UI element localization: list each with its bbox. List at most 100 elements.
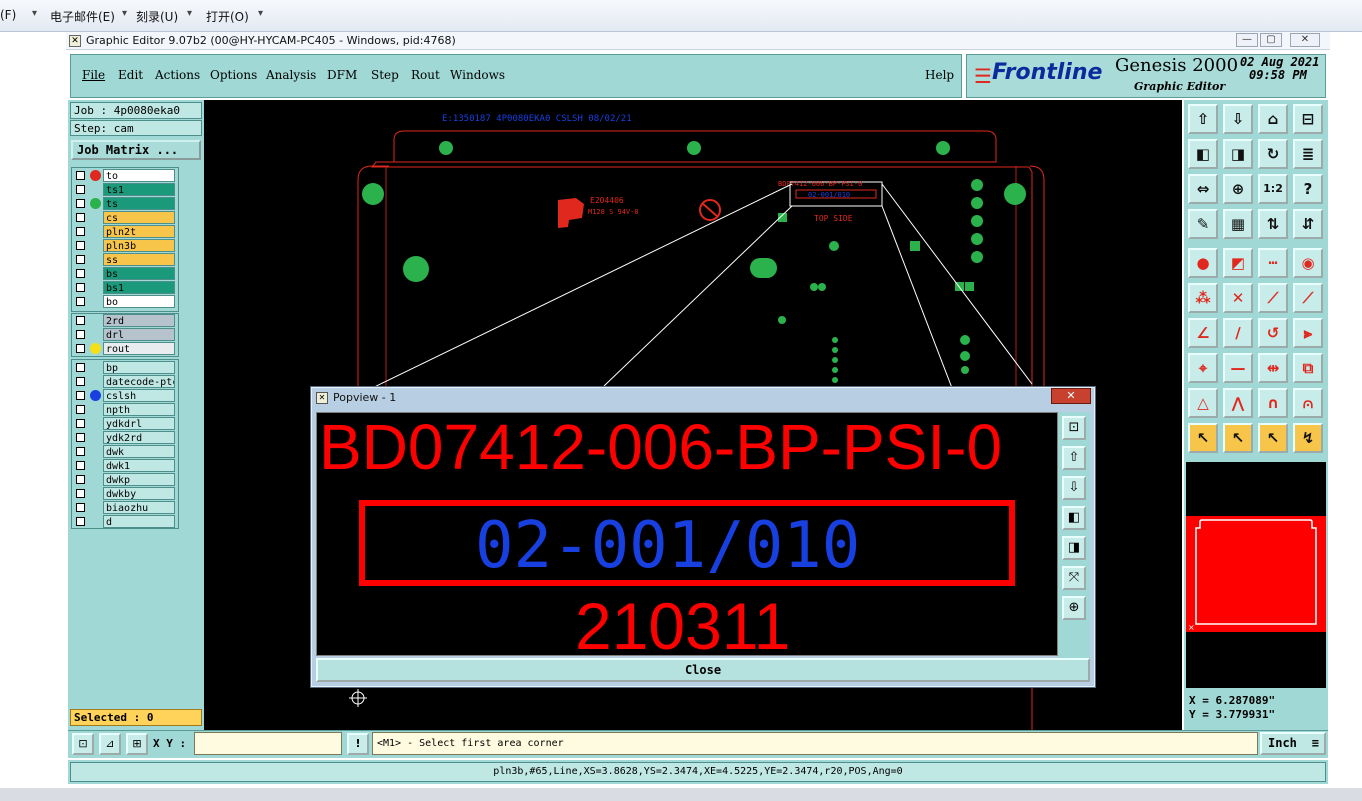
xy-input[interactable] (194, 732, 342, 755)
popview-zoom-out-button[interactable]: ⇩ (1062, 476, 1086, 500)
layer-checkbox[interactable] (76, 330, 85, 339)
layer-checkbox[interactable] (76, 517, 85, 526)
tool-zoom-fit-button[interactable]: ⇔ (1188, 174, 1218, 204)
layer-checkbox[interactable] (76, 377, 85, 386)
tool-angle-button[interactable]: ∠ (1188, 318, 1218, 348)
layer-row-bs1[interactable]: bs1 (73, 281, 177, 294)
layer-name[interactable]: d (103, 515, 175, 528)
layer-checkbox[interactable] (76, 475, 85, 484)
layer-checkbox[interactable] (76, 391, 85, 400)
tool-connect-button[interactable]: ⁂ (1188, 283, 1218, 313)
tool-pointer-box-button[interactable]: ↖ (1223, 423, 1253, 453)
tool-home-button[interactable]: ⌂ (1258, 104, 1288, 134)
layer-name[interactable]: bs1 (103, 281, 175, 294)
layer-row-pln2t[interactable]: pln2t (73, 225, 177, 238)
popview-expand-button[interactable]: ⤧ (1062, 566, 1086, 590)
tool-cross-button[interactable]: ✕ (1223, 283, 1253, 313)
layer-checkbox[interactable] (76, 283, 85, 292)
layer-row-ts[interactable]: ts (73, 197, 177, 210)
layer-name[interactable]: pln2t (103, 225, 175, 238)
tool-pointer-frame-button[interactable]: ↖ (1258, 423, 1288, 453)
layer-row-pln3b[interactable]: pln3b (73, 239, 177, 252)
layer-name[interactable]: cslsh (103, 389, 175, 402)
layer-name[interactable]: ts1 (103, 183, 175, 196)
menu-rout[interactable]: Rout (411, 68, 440, 82)
snap-center-button[interactable]: ⊞ (126, 733, 148, 755)
tool-triangle-alt-button[interactable]: ⋀ (1223, 388, 1253, 418)
layer-name[interactable]: pln3b (103, 239, 175, 252)
layer-name[interactable]: npth (103, 403, 175, 416)
tool-arch-button[interactable]: ∩ (1258, 388, 1288, 418)
layer-name[interactable]: cs (103, 211, 175, 224)
alert-icon[interactable]: ! (347, 733, 369, 755)
layer-checkbox[interactable] (76, 227, 85, 236)
layer-name[interactable]: ydk2rd (103, 431, 175, 444)
tool-grid-button[interactable]: ▦ (1223, 209, 1253, 239)
menu-help[interactable]: Help (925, 68, 954, 82)
host-menu-file[interactable]: (F) (0, 8, 16, 22)
layer-row-ydkdrl[interactable]: ydkdrl (73, 417, 177, 430)
tool-arch-mid-button[interactable]: ⩀ (1293, 388, 1323, 418)
layer-name[interactable]: bs (103, 267, 175, 280)
layer-name[interactable]: datecode-ptc (103, 375, 175, 388)
tool-pan-right-button[interactable]: ◨ (1223, 139, 1253, 169)
layer-checkbox[interactable] (76, 405, 85, 414)
layer-checkbox[interactable] (76, 269, 85, 278)
tool-zoom-center-button[interactable]: ⊕ (1223, 174, 1253, 204)
layer-row-ydk2rd[interactable]: ydk2rd (73, 431, 177, 444)
overview-map[interactable]: × (1186, 462, 1326, 688)
popview-pan-left-button[interactable]: ◧ (1062, 506, 1086, 530)
layer-row-npth[interactable]: npth (73, 403, 177, 416)
tool-ruler-button[interactable]: ┅ (1258, 248, 1288, 278)
layer-row-dwkby[interactable]: dwkby (73, 487, 177, 500)
tool-mirror-button[interactable]: ⫸ (1293, 318, 1323, 348)
menu-dfm[interactable]: DFM (327, 68, 357, 82)
tool-measure-button[interactable]: ⇅ (1258, 209, 1288, 239)
layer-row-cslsh[interactable]: cslsh (73, 389, 177, 402)
tool-group-button[interactable]: ⧉ (1293, 353, 1323, 383)
tool-pan-left-button[interactable]: ◧ (1188, 139, 1218, 169)
layer-row-dwkp[interactable]: dwkp (73, 473, 177, 486)
popview-canvas[interactable]: BD07412-006-BP-PSI-0 02-001/010 210311 (316, 412, 1058, 656)
layer-checkbox[interactable] (76, 199, 85, 208)
layer-row-d[interactable]: d (73, 515, 177, 528)
layer-row-rout[interactable]: rout (73, 342, 177, 355)
host-menu-email[interactable]: 电子邮件(E) (50, 8, 115, 25)
layer-row-drl[interactable]: drl (73, 328, 177, 341)
layer-checkbox[interactable] (76, 185, 85, 194)
tool-pen-button[interactable]: ✎ (1188, 209, 1218, 239)
layer-name[interactable]: rout (103, 342, 175, 355)
popview-close-button[interactable]: Close (316, 658, 1090, 682)
tool-help-button[interactable]: ? (1293, 174, 1323, 204)
tool-snap-button[interactable]: ⌖ (1188, 353, 1218, 383)
units-selector[interactable]: Inch ≡ (1260, 732, 1326, 755)
layer-checkbox[interactable] (76, 447, 85, 456)
menu-windows[interactable]: Windows (450, 68, 505, 82)
layer-row-2rd[interactable]: 2rd (73, 314, 177, 327)
menu-step[interactable]: Step (371, 68, 399, 82)
window-close-button[interactable]: ✕ (1290, 33, 1320, 47)
host-menu-burn[interactable]: 刻录(U) (136, 8, 178, 25)
layer-row-datecode-ptc[interactable]: datecode-ptc (73, 375, 177, 388)
layer-checkbox[interactable] (76, 461, 85, 470)
popview-center-button[interactable]: ⊕ (1062, 596, 1086, 620)
maximize-button[interactable]: ▢ (1260, 33, 1282, 47)
layer-name[interactable]: dwk (103, 445, 175, 458)
layer-name[interactable]: bo (103, 295, 175, 308)
tool-measure-alt-button[interactable]: ⇵ (1293, 209, 1323, 239)
layer-checkbox[interactable] (76, 241, 85, 250)
layer-name[interactable]: dwk1 (103, 459, 175, 472)
layer-checkbox[interactable] (76, 213, 85, 222)
tool-slash-button[interactable]: ∕ (1223, 318, 1253, 348)
menu-options[interactable]: Options (210, 68, 257, 82)
tool-select-red-button[interactable]: ◩ (1223, 248, 1253, 278)
layer-name[interactable]: biaozhu (103, 501, 175, 514)
layer-name[interactable]: bp (103, 361, 175, 374)
popview-pan-right-button[interactable]: ◨ (1062, 536, 1086, 560)
layer-row-cs[interactable]: cs (73, 211, 177, 224)
snap-grid-button[interactable]: ⊡ (72, 733, 94, 755)
layer-name[interactable]: to (103, 169, 175, 182)
menu-actions[interactable]: Actions (155, 68, 200, 82)
layer-checkbox[interactable] (76, 344, 85, 353)
snap-angle-button[interactable]: ⊿ (99, 733, 121, 755)
